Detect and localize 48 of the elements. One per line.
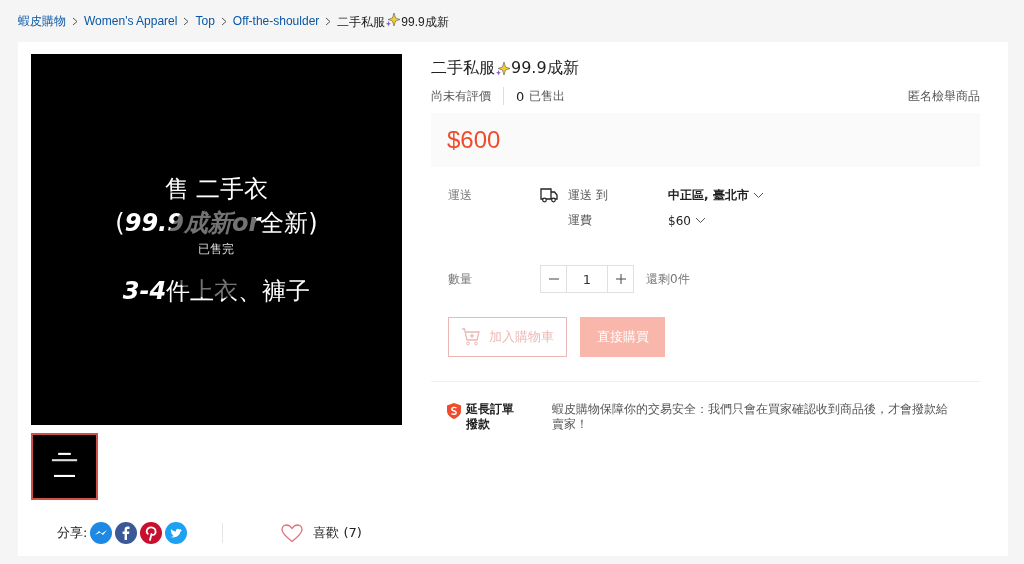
plus-icon xyxy=(615,274,626,284)
quantity-field[interactable]: 1 xyxy=(566,265,608,293)
like-count: 喜歡 (7) xyxy=(313,524,362,542)
guarantee-title: 延長訂單撥款 xyxy=(466,402,515,432)
image-text: (99.9成新or全新) xyxy=(115,207,318,238)
fee-dropdown[interactable]: $60 xyxy=(668,213,764,228)
twitter-icon[interactable] xyxy=(165,522,188,544)
breadcrumb-link[interactable]: Women's Apparel xyxy=(84,14,178,28)
product-title: 二手私服 xyxy=(431,58,495,79)
minus-button[interactable] xyxy=(540,265,567,293)
chevron-down-icon xyxy=(694,217,706,224)
thumbnail[interactable] xyxy=(31,433,98,500)
share-label: 分享: xyxy=(57,524,88,542)
breadcrumb-link[interactable]: 蝦皮購物 xyxy=(18,12,66,30)
shipping-label: 運送 xyxy=(448,187,473,204)
pinterest-icon[interactable] xyxy=(140,522,163,544)
shield-icon xyxy=(446,402,462,420)
rating-text: 尚未有評價 xyxy=(431,87,491,105)
chevron-right-icon xyxy=(183,16,190,26)
product-title: 99.9成新 xyxy=(511,58,579,79)
chevron-right-icon xyxy=(72,16,78,26)
cart-icon xyxy=(461,328,481,346)
quantity-label: 數量 xyxy=(448,270,473,288)
breadcrumb-current: 99.9成新 xyxy=(401,14,449,29)
sold-label: 已售出 xyxy=(529,87,566,105)
image-text: 售 二手衣 xyxy=(164,173,269,204)
breadcrumb-current: 二手私服 xyxy=(337,14,386,29)
sparkle-icon xyxy=(495,60,511,77)
price: $600 xyxy=(447,126,501,154)
facebook-icon[interactable] xyxy=(115,522,138,544)
messenger-icon[interactable] xyxy=(90,522,113,544)
stock-text: 還剩0件 xyxy=(646,270,690,288)
ship-to-label: 運送 到 xyxy=(568,187,609,204)
fee-label: 運費 xyxy=(568,212,593,229)
chevron-right-icon xyxy=(325,16,332,26)
sparkle-icon xyxy=(385,11,402,28)
chevron-down-icon xyxy=(752,192,764,199)
chevron-right-icon xyxy=(220,16,227,26)
sold-count: 0 xyxy=(516,88,525,104)
destination-dropdown[interactable]: 中正區, 臺北市 xyxy=(668,187,764,204)
report-link[interactable]: 匿名檢舉商品 xyxy=(908,87,980,105)
plus-button[interactable] xyxy=(607,265,634,293)
truck-icon xyxy=(540,188,558,203)
guarantee-text: 蝦皮購物保障你的交易安全：我們只會在買家確認收到商品後，才會撥款給賣家！ xyxy=(552,402,949,432)
breadcrumb-link[interactable]: Off-the-shoulder xyxy=(232,14,320,28)
heart-icon[interactable] xyxy=(281,523,304,543)
image-text: 3-4件上衣、褲子 xyxy=(122,275,311,306)
breadcrumb-link[interactable]: Top xyxy=(195,14,215,28)
